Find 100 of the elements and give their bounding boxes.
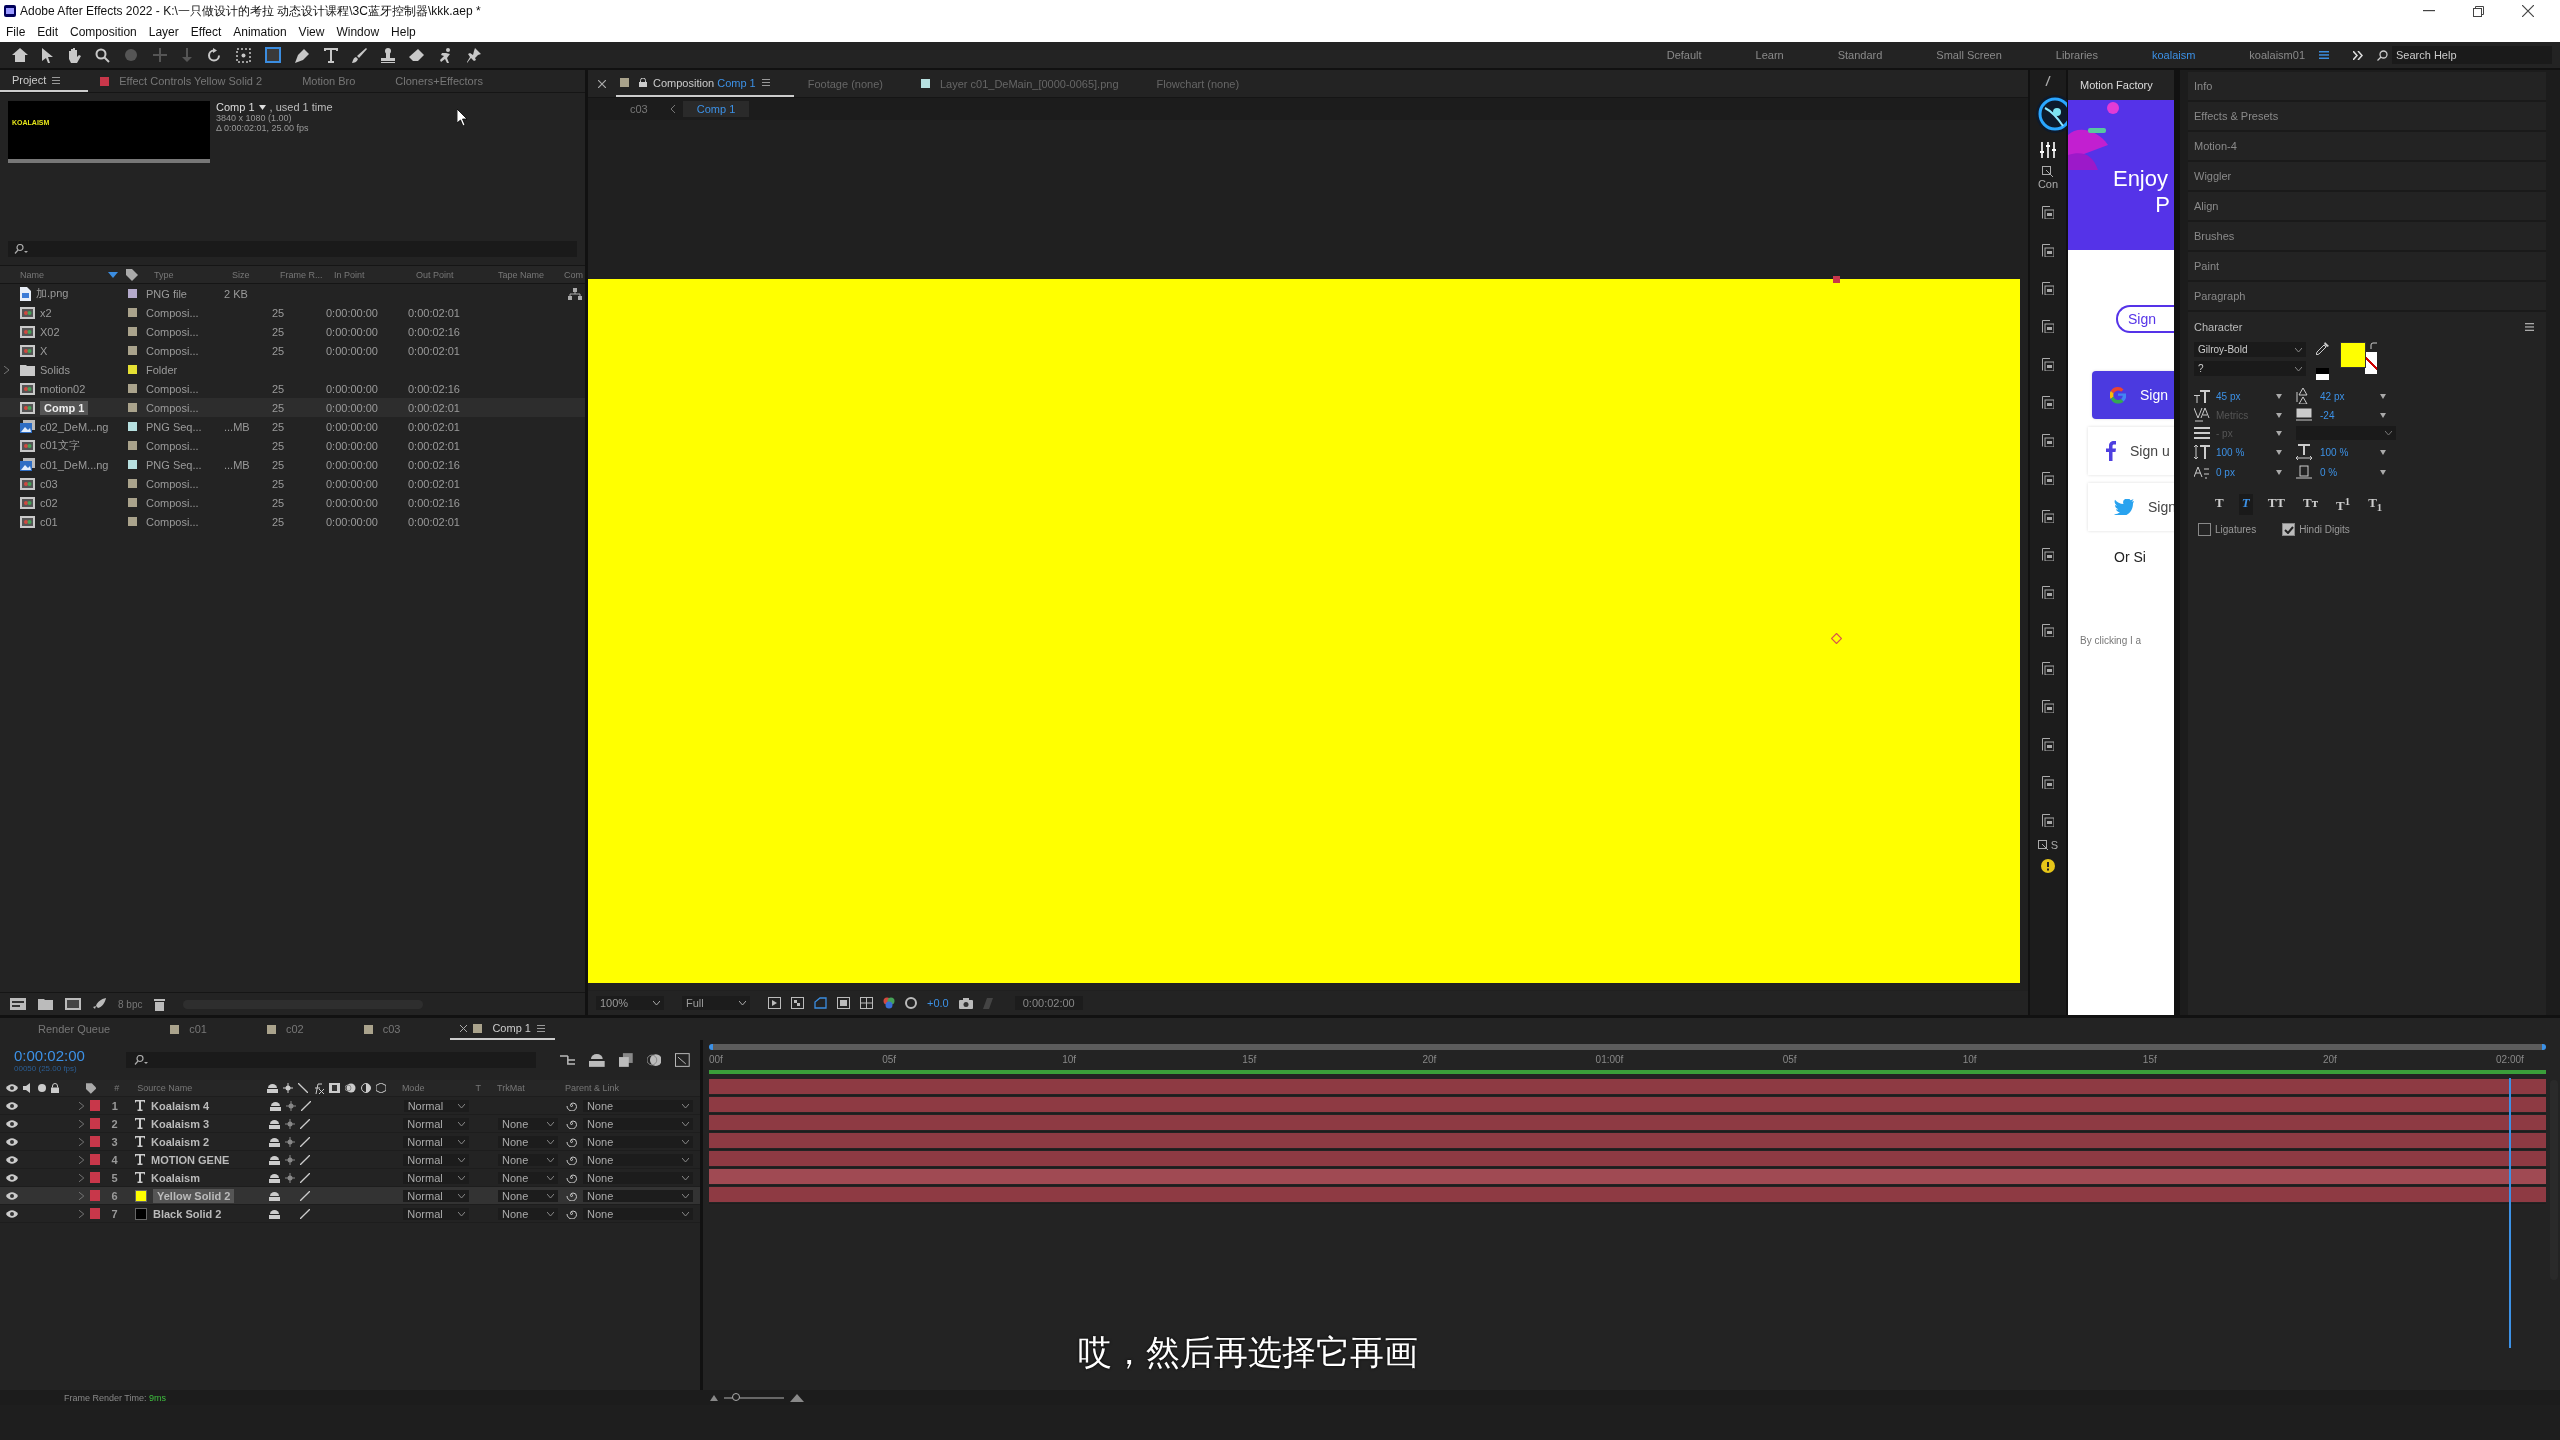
track-matte-dropdown[interactable]: None — [498, 1189, 559, 1202]
column-header[interactable]: TrkMat — [497, 1083, 557, 1093]
bit-depth-button[interactable]: 8 bpc — [118, 998, 143, 1010]
chevron-double-icon[interactable] — [2353, 50, 2363, 60]
track-matte-dropdown[interactable]: None — [498, 1153, 559, 1166]
label-swatch[interactable] — [128, 479, 137, 488]
script-icon[interactable] — [2045, 76, 2051, 86]
blend-mode-dropdown[interactable]: Normal — [403, 1207, 469, 1220]
label-swatch[interactable] — [128, 441, 137, 450]
sun-icon[interactable] — [285, 1172, 296, 1183]
item-name[interactable]: c01 — [40, 515, 58, 528]
social-sign-in-button[interactable]: Sign u — [2088, 427, 2174, 475]
warning-icon[interactable] — [2041, 859, 2055, 873]
pick-whip-icon[interactable] — [566, 1208, 578, 1219]
timeline-tab[interactable]: Comp 1 — [450, 1018, 555, 1040]
type-tool-icon[interactable] — [324, 47, 338, 63]
cube-icon[interactable] — [375, 1083, 386, 1093]
dropdown-arrow-icon[interactable] — [2276, 430, 2282, 436]
label-swatch[interactable] — [128, 346, 137, 355]
close-icon[interactable] — [2522, 5, 2534, 17]
script-launcher-icon[interactable] — [2042, 358, 2054, 371]
close-icon[interactable] — [460, 1024, 468, 1032]
dropdown-arrow-icon[interactable] — [2380, 412, 2386, 418]
collapsed-panel-header[interactable]: Align — [2188, 192, 2546, 222]
import-icon[interactable] — [2042, 166, 2054, 178]
parent-dropdown[interactable]: None — [582, 1099, 693, 1112]
column-header[interactable]: Mode — [401, 1083, 468, 1093]
effects-icon[interactable] — [312, 1082, 324, 1094]
zoom-in-icon[interactable] — [790, 1393, 804, 1402]
menu-item[interactable]: Edit — [37, 25, 59, 39]
font-family-dropdown[interactable]: Gilroy-Bold — [2194, 342, 2306, 357]
anchor-tool-icon[interactable] — [236, 47, 251, 63]
label-swatch[interactable] — [89, 1118, 101, 1129]
resolution-dropdown[interactable]: Full — [682, 996, 750, 1010]
panel-menu-icon[interactable] — [52, 76, 61, 84]
eye-icon[interactable] — [6, 1084, 18, 1092]
column-header[interactable]: Com — [564, 269, 585, 280]
quality-slash-icon[interactable] — [300, 1208, 311, 1219]
pick-whip-icon[interactable] — [566, 1154, 578, 1165]
collapsed-panel-header[interactable]: Info — [2188, 72, 2546, 102]
layer-name[interactable]: Koalaism 2 — [151, 1135, 210, 1148]
track-matte-dropdown[interactable]: None — [498, 1207, 559, 1220]
script-launcher-icon[interactable] — [2042, 700, 2054, 713]
layer-name[interactable]: MOTION GENE — [151, 1153, 230, 1166]
column-header[interactable]: Frame R... — [280, 269, 334, 280]
brush-icon[interactable] — [352, 47, 367, 63]
puppet-icon[interactable] — [438, 47, 453, 63]
timeline-tab[interactable]: c02 — [256, 1018, 314, 1040]
fill-color-swatch[interactable] — [2340, 342, 2366, 368]
lock-icon[interactable] — [51, 1083, 59, 1093]
item-name[interactable]: x2 — [40, 306, 52, 319]
item-name[interactable]: 加.png — [36, 286, 69, 301]
track-matte-dropdown[interactable]: None — [498, 1135, 559, 1148]
import-icon[interactable] — [2037, 839, 2049, 851]
pick-whip-icon[interactable] — [566, 1136, 578, 1147]
panel-tab[interactable]: Cloners+Effectors — [383, 70, 511, 92]
shy-icon[interactable] — [266, 1083, 278, 1093]
label-swatch[interactable] — [89, 1100, 101, 1111]
item-name[interactable]: c02 — [40, 496, 58, 509]
script-launcher-icon[interactable] — [2042, 510, 2054, 523]
sort-arrow-icon[interactable] — [108, 271, 118, 278]
adjustment-icon[interactable] — [360, 1083, 371, 1093]
color-channels-icon[interactable] — [883, 997, 895, 1009]
default-colors-icon[interactable] — [2316, 368, 2329, 380]
track-matte-dropdown[interactable]: None — [498, 1117, 559, 1130]
parent-dropdown[interactable]: None — [583, 1117, 694, 1130]
parent-dropdown[interactable]: None — [583, 1153, 694, 1166]
panel-menu-icon[interactable] — [761, 79, 770, 86]
column-header[interactable]: Out Point — [416, 269, 498, 280]
column-header[interactable]: T — [475, 1083, 490, 1093]
timeline-tab[interactable]: Render Queue — [28, 1018, 121, 1040]
breadcrumb[interactable]: c03 — [616, 101, 662, 117]
pen-icon[interactable] — [295, 47, 310, 63]
social-sign-in-button[interactable]: Sign — [2092, 371, 2174, 419]
text-style-button[interactable]: T — [2212, 494, 2227, 516]
project-search-field[interactable] — [8, 241, 577, 257]
pick-whip-icon[interactable] — [566, 1190, 578, 1201]
label-tag-icon[interactable] — [85, 1082, 97, 1094]
dropdown-arrow-icon[interactable] — [2380, 469, 2386, 475]
script-launcher-icon[interactable] — [2042, 548, 2054, 561]
menu-item[interactable]: Layer — [148, 25, 179, 39]
menu-item[interactable]: Effect — [190, 25, 222, 39]
grid-guides-icon[interactable] — [860, 997, 873, 1009]
film-icon[interactable] — [328, 1083, 340, 1093]
script-launcher-icon[interactable] — [2042, 814, 2054, 827]
script-launcher-icon[interactable] — [2042, 320, 2054, 333]
workspace-tab[interactable]: Standard — [1817, 49, 1903, 61]
parent-dropdown[interactable]: None — [583, 1207, 694, 1220]
eye-icon[interactable] — [6, 1137, 18, 1146]
zoom-dropdown[interactable]: 100% — [596, 996, 664, 1010]
script-launcher-icon[interactable] — [2042, 396, 2054, 409]
dropdown-arrow-icon[interactable] — [2380, 393, 2386, 399]
eye-icon[interactable] — [6, 1101, 18, 1110]
current-timecode[interactable]: 0:00:02:00 — [14, 1047, 112, 1064]
checkbox[interactable] — [2282, 523, 2296, 537]
label-swatch[interactable] — [128, 327, 137, 336]
shy-icon[interactable] — [269, 1190, 281, 1201]
mask-visibility-icon[interactable] — [814, 997, 827, 1009]
item-name[interactable]: Comp 1 — [40, 400, 89, 415]
exposure-icon[interactable] — [905, 997, 917, 1009]
